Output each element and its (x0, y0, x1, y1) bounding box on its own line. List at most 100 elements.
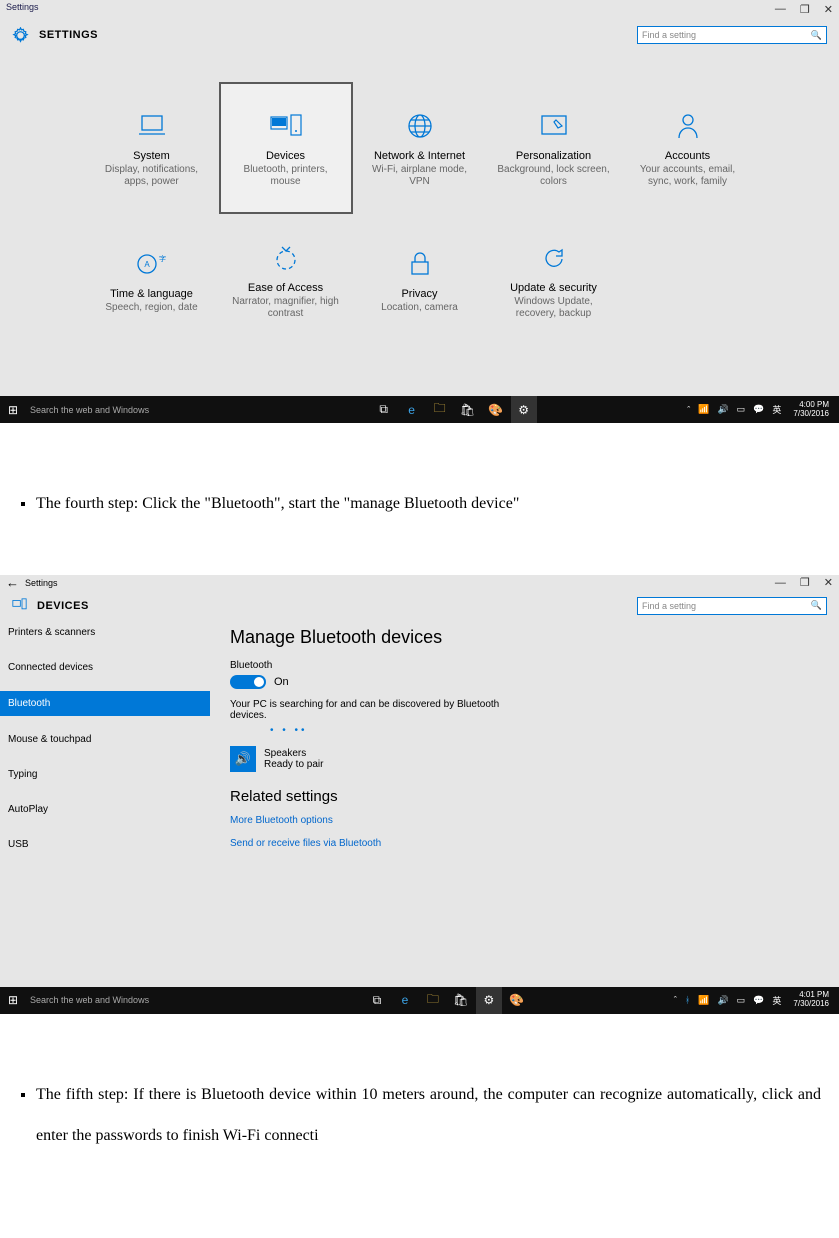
link-more-options[interactable]: More Bluetooth options (230, 815, 819, 826)
tile-privacy[interactable]: Privacy Location, camera (353, 214, 487, 346)
file-explorer-icon[interactable]: 🗀 (420, 987, 446, 1014)
maximize-button[interactable]: ❐ (800, 3, 810, 16)
tile-sub: Wi-Fi, airplane mode, VPN (363, 164, 477, 189)
tile-network[interactable]: Network & Internet Wi-Fi, airplane mode,… (353, 82, 487, 214)
window-controls: — ❐ ✕ (775, 2, 833, 16)
titlebar: ← Settings — ❐ ✕ (0, 575, 839, 591)
tile-sub: Location, camera (381, 302, 458, 315)
minimize-button[interactable]: — (775, 577, 786, 589)
battery-icon[interactable]: ▭ (737, 995, 746, 1006)
file-explorer-icon[interactable]: 🗀 (427, 396, 453, 423)
tile-update-security[interactable]: Update & security Windows Update, recove… (487, 214, 621, 346)
globe-icon (406, 108, 434, 144)
devices-header: DEVICES Find a setting 🔍 (0, 591, 839, 621)
devices-icon (269, 108, 303, 144)
store-icon[interactable]: 🛍 (448, 987, 474, 1014)
action-center-icon[interactable]: 💬 (753, 404, 764, 415)
tile-system[interactable]: System Display, notifications, apps, pow… (85, 82, 219, 214)
task-view-icon[interactable]: ⧉ (364, 987, 390, 1014)
tile-title: Time & language (110, 288, 193, 300)
search-placeholder: Find a setting (642, 30, 696, 40)
sidebar-item-bluetooth[interactable]: Bluetooth (0, 691, 210, 716)
devices-icon (12, 598, 27, 613)
titlebar: Settings — ❐ ✕ (0, 0, 839, 18)
tile-sub: Your accounts, email, sync, work, family (631, 164, 745, 189)
devices-sidebar: Printers & scanners Connected devices Bl… (0, 621, 210, 987)
loading-dots: • • •• (270, 725, 819, 736)
settings-taskbar-icon[interactable]: ⚙ (511, 396, 537, 423)
paint-icon[interactable]: 🎨 (504, 987, 530, 1014)
link-send-receive[interactable]: Send or receive files via Bluetooth (230, 838, 819, 849)
toggle-track (230, 675, 266, 689)
clock[interactable]: 4:00 PM 7/30/2016 (789, 401, 833, 419)
tile-sub: Speech, region, date (105, 302, 197, 315)
sidebar-item-typing[interactable]: Typing (0, 763, 210, 786)
tile-sub: Windows Update, recovery, backup (497, 296, 611, 321)
task-view-icon[interactable]: ⧉ (371, 396, 397, 423)
tile-devices[interactable]: Devices Bluetooth, printers, mouse (219, 82, 353, 214)
minimize-button[interactable]: — (775, 3, 786, 15)
sidebar-item-autoplay[interactable]: AutoPlay (0, 798, 210, 821)
toggle-state: On (274, 676, 289, 688)
bluetooth-tray-icon[interactable]: ᚼ (685, 995, 690, 1005)
wifi-icon[interactable]: 📶 (698, 995, 709, 1006)
bluetooth-toggle[interactable]: On (230, 675, 819, 689)
system-tray: ˆ 📶 🔊 ▭ 💬 英 4:00 PM 7/30/2016 (681, 401, 839, 419)
close-button[interactable]: ✕ (824, 3, 833, 16)
taskbar-search[interactable]: Search the web and Windows (26, 995, 226, 1005)
devices-window: ← Settings — ❐ ✕ DEVICES Find a setting … (0, 575, 839, 1014)
searching-text: Your PC is searching for and can be disc… (230, 699, 530, 721)
ime-indicator[interactable]: 英 (772, 403, 781, 416)
search-placeholder: Find a setting (642, 601, 696, 611)
page-title: SETTINGS (39, 29, 98, 41)
settings-taskbar-icon[interactable]: ⚙ (476, 987, 502, 1014)
wifi-icon[interactable]: 📶 (698, 404, 709, 415)
start-button[interactable]: ⊞ (0, 993, 26, 1007)
svg-text:字: 字 (159, 254, 166, 263)
settings-window: Settings — ❐ ✕ SETTINGS Find a setting 🔍… (0, 0, 839, 423)
device-name: Speakers (264, 748, 323, 759)
bluetooth-label: Bluetooth (230, 660, 819, 671)
chevron-up-icon[interactable]: ˆ (687, 405, 690, 415)
edge-icon[interactable]: e (399, 396, 425, 423)
edge-icon[interactable]: e (392, 987, 418, 1014)
paint-icon[interactable]: 🎨 (483, 396, 509, 423)
back-button[interactable]: ← (6, 575, 19, 590)
tile-sub: Narrator, magnifier, high contrast (229, 296, 343, 321)
taskbar-search[interactable]: Search the web and Windows (26, 405, 226, 415)
step5-text: The fifth step: If there is Bluetooth de… (36, 1074, 821, 1157)
sidebar-item-mouse[interactable]: Mouse & touchpad (0, 728, 210, 751)
taskbar: ⊞ Search the web and Windows ⧉ e 🗀 🛍 ⚙ 🎨… (0, 987, 839, 1014)
sidebar-item-usb[interactable]: USB (0, 833, 210, 856)
clock[interactable]: 4:01 PM 7/30/2016 (789, 991, 833, 1009)
chevron-up-icon[interactable]: ˆ (674, 995, 677, 1005)
taskbar-apps: ⧉ e 🗀 🛍 🎨 ⚙ (226, 396, 681, 423)
update-icon (540, 240, 568, 276)
battery-icon[interactable]: ▭ (737, 404, 746, 415)
ime-indicator[interactable]: 英 (772, 994, 781, 1007)
sidebar-item-connected[interactable]: Connected devices (0, 656, 210, 679)
start-button[interactable]: ⊞ (0, 403, 26, 417)
window-controls: — ❐ ✕ (775, 576, 833, 589)
tile-personalization[interactable]: Personalization Background, lock screen,… (487, 82, 621, 214)
store-icon[interactable]: 🛍 (455, 396, 481, 423)
tile-time-language[interactable]: A字 Time & language Speech, region, date (85, 214, 219, 346)
volume-icon[interactable]: 🔊 (717, 995, 728, 1006)
ease-of-access-icon (272, 240, 300, 276)
device-item[interactable]: 🔊 Speakers Ready to pair (230, 746, 819, 772)
devices-body: Printers & scanners Connected devices Bl… (0, 621, 839, 987)
document-step-4: The fourth step: Click the "Bluetooth", … (0, 423, 839, 575)
search-input[interactable]: Find a setting 🔍 (637, 597, 827, 615)
device-status: Ready to pair (264, 759, 323, 770)
window-title: Settings (25, 578, 58, 588)
search-input[interactable]: Find a setting 🔍 (637, 26, 827, 44)
tile-sub: Display, notifications, apps, power (95, 164, 209, 189)
tile-ease-of-access[interactable]: Ease of Access Narrator, magnifier, high… (219, 214, 353, 346)
sidebar-item-printers[interactable]: Printers & scanners (0, 621, 210, 644)
close-button[interactable]: ✕ (824, 576, 833, 589)
tile-accounts[interactable]: Accounts Your accounts, email, sync, wor… (621, 82, 755, 214)
volume-icon[interactable]: 🔊 (717, 404, 728, 415)
search-icon: 🔍 (811, 600, 822, 611)
action-center-icon[interactable]: 💬 (753, 995, 764, 1006)
maximize-button[interactable]: ❐ (800, 576, 810, 589)
